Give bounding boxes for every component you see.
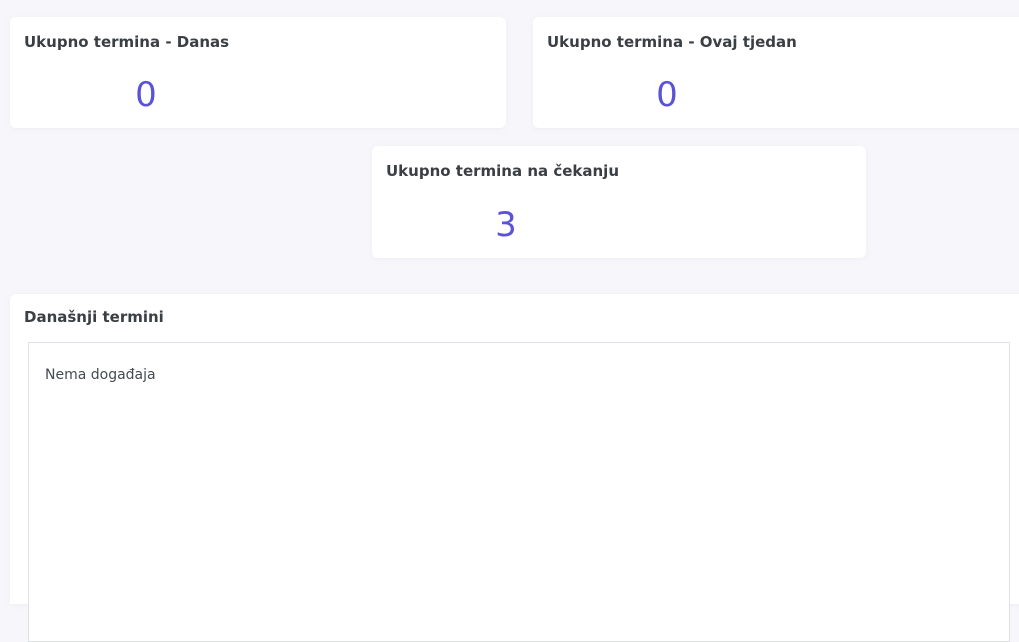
stat-card-today-label: Ukupno termina - Danas (24, 33, 230, 51)
events-empty-message: Nema događaja (45, 367, 156, 383)
events-list[interactable]: Nema događaja (28, 342, 1010, 642)
stat-card-pending: Ukupno termina na čekanju 3 (372, 146, 866, 258)
stat-card-week-label: Ukupno termina - Ovaj tjedan (547, 33, 797, 51)
stat-card-pending-label: Ukupno termina na čekanju (386, 162, 619, 180)
stat-card-pending-value: 3 (495, 205, 517, 245)
stat-card-week: Ukupno termina - Ovaj tjedan 0 (533, 17, 1019, 128)
stat-card-week-value: 0 (656, 75, 678, 115)
todays-events-panel: Današnji termini Nema događaja (10, 294, 1019, 642)
stat-card-today: Ukupno termina - Danas 0 (10, 17, 506, 128)
todays-events-title: Današnji termini (24, 308, 164, 326)
stat-card-today-value: 0 (135, 75, 157, 115)
